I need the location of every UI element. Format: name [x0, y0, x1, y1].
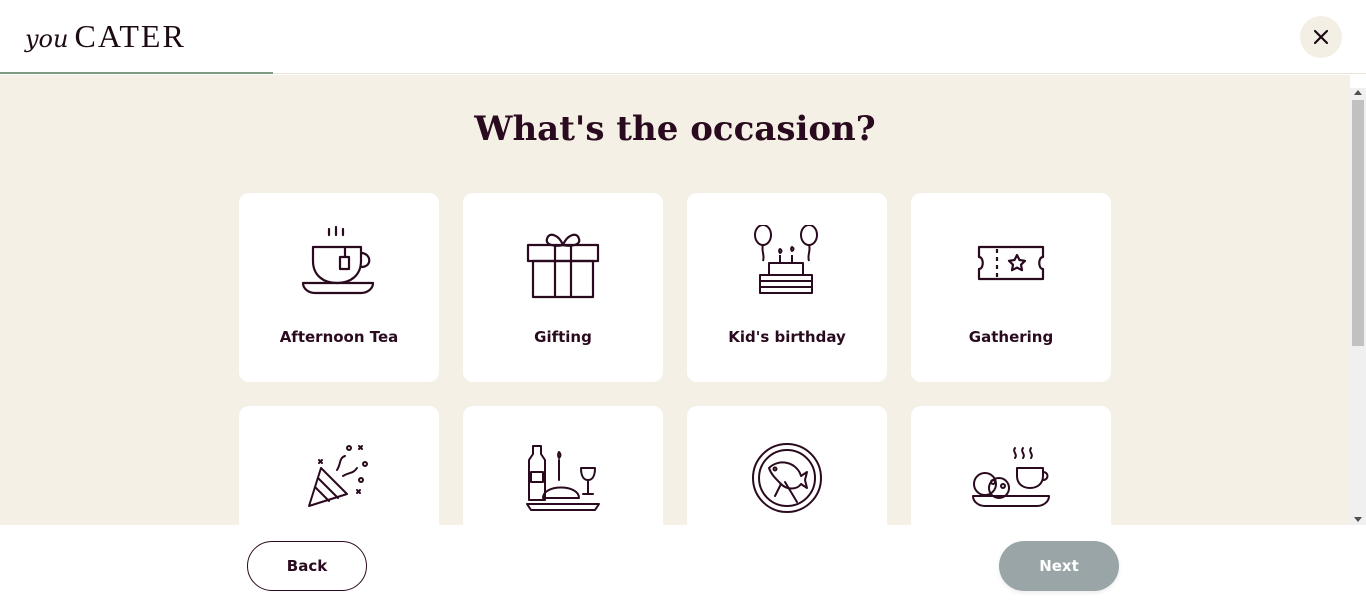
occasion-card-kids-birthday[interactable]: Kid's birthday	[687, 193, 887, 382]
occasion-card-breakfast[interactable]	[911, 406, 1111, 525]
fish-plate-icon	[752, 443, 822, 513]
party-popper-icon	[308, 445, 368, 507]
scroll-down-arrow-icon[interactable]	[1354, 517, 1362, 522]
birthday-cake-icon	[754, 225, 818, 294]
close-button[interactable]	[1300, 16, 1342, 58]
tea-and-biscuits-icon	[972, 447, 1050, 507]
occasion-label: Afternoon Tea	[279, 328, 399, 346]
teacup-icon	[301, 225, 375, 295]
occasion-card-gifting[interactable]: Gifting	[463, 193, 663, 382]
page-title: What's the occasion?	[474, 109, 876, 149]
progress-bar	[0, 72, 273, 74]
youcater-logo[interactable]: you CATER	[25, 18, 186, 54]
vertical-scrollbar[interactable]	[1350, 88, 1366, 525]
top-header: you CATER	[0, 0, 1366, 74]
occasion-card-formal-dining[interactable]	[687, 406, 887, 525]
gift-box-icon	[526, 233, 600, 299]
occasion-card-afternoon-tea[interactable]: Afternoon Tea	[239, 193, 439, 382]
close-icon	[1313, 29, 1329, 45]
occasion-card-dinner-party[interactable]	[463, 406, 663, 525]
occasion-card-celebration[interactable]	[239, 406, 439, 525]
scrollbar-thumb[interactable]	[1352, 100, 1364, 346]
occasion-label: Kid's birthday	[728, 328, 846, 346]
back-button[interactable]: Back	[247, 541, 367, 591]
footer-nav: Back Next	[0, 525, 1366, 607]
logo-cater-text: CATER	[74, 18, 186, 54]
logo-you-text: you	[25, 25, 69, 53]
next-button[interactable]: Next	[999, 541, 1119, 591]
occasion-step: What's the occasion? Afternoon Tea Gifti…	[0, 75, 1350, 525]
ticket-icon	[977, 245, 1045, 281]
occasion-label: Gifting	[534, 328, 592, 346]
scroll-up-arrow-icon[interactable]	[1354, 90, 1362, 95]
occasion-label: Gathering	[968, 328, 1054, 346]
dinner-table-icon	[526, 445, 600, 511]
occasion-card-gathering[interactable]: Gathering	[911, 193, 1111, 382]
